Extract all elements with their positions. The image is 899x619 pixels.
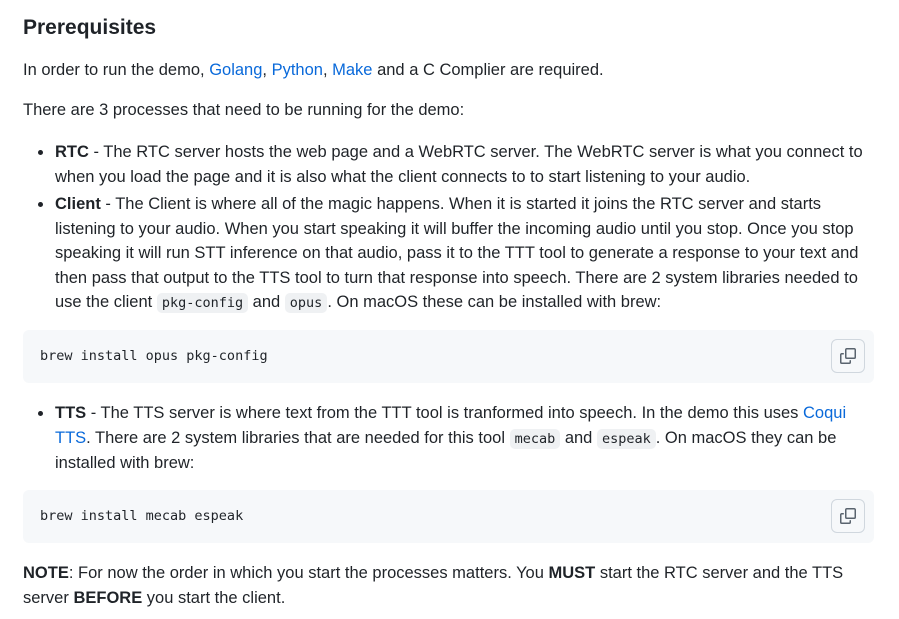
section-heading: Prerequisites <box>23 16 157 39</box>
tts-description: - The TTS server is where text from the … <box>86 404 804 422</box>
note-label: NOTE <box>23 564 69 582</box>
copy-icon <box>840 508 856 524</box>
inline-code-mecab: mecab <box>509 428 561 449</box>
bullet <box>38 411 43 416</box>
copy-button[interactable] <box>831 499 865 533</box>
tts-term: TTS <box>55 404 87 422</box>
code-text[interactable]: brew install opus pkg-config <box>40 345 268 367</box>
note-paragraph: NOTE: For now the order in which you sta… <box>23 561 875 610</box>
note-before: BEFORE <box>73 588 143 607</box>
python-link[interactable]: Python <box>272 61 323 79</box>
inline-code-opus: opus <box>284 293 328 313</box>
intro-text-before: In order to run the demo, <box>23 61 210 79</box>
client-term: Client <box>55 195 101 213</box>
processes-paragraph: There are 3 processes that need to be ru… <box>23 101 465 119</box>
note-text: : For now the order in which you start t… <box>68 564 549 582</box>
tts-description-2: . There are 2 system libraries that are … <box>86 428 510 447</box>
bullet <box>38 202 43 207</box>
list-item-client: Client - The Client is where all of the … <box>38 192 875 316</box>
intro-paragraph: In order to run the demo, Golang, Python… <box>23 58 875 83</box>
rtc-description: - The RTC server hosts the web page and … <box>55 143 863 186</box>
intro-text-after: and a C Complier are required. <box>372 61 604 79</box>
inline-code-pkg-config: pkg-config <box>156 293 249 313</box>
client-text-mid: and <box>248 293 285 311</box>
list-item-tts: TTS - The TTS server is where text from … <box>38 401 875 476</box>
code-block-mecab: brew install mecab espeak <box>23 490 874 543</box>
rtc-term: RTC <box>55 143 89 161</box>
code-block-opus: brew install opus pkg-config <box>23 330 874 383</box>
client-text-end: . On macOS these can be installed with b… <box>327 293 662 311</box>
intro-separator: , <box>322 61 333 79</box>
copy-icon <box>840 348 856 364</box>
intro-separator: , <box>262 61 272 79</box>
bullet <box>38 150 43 155</box>
inline-code-espeak: espeak <box>596 428 656 449</box>
golang-link[interactable]: Golang <box>209 61 262 79</box>
code-text[interactable]: brew install mecab espeak <box>40 505 243 527</box>
make-link[interactable]: Make <box>332 61 372 79</box>
note-must: MUST <box>548 564 596 582</box>
list-item-rtc: RTC - The RTC server hosts the web page … <box>38 140 875 189</box>
note-text: you start the client. <box>142 588 286 607</box>
copy-button[interactable] <box>831 339 865 373</box>
tts-text-mid: and <box>560 428 597 447</box>
